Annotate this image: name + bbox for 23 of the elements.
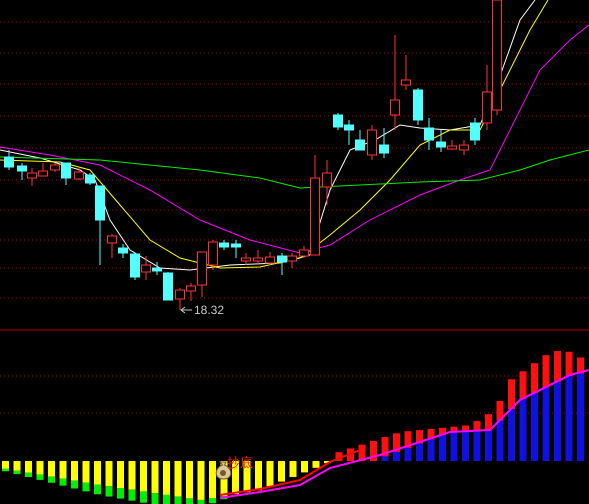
histogram-bar xyxy=(312,461,320,468)
candlestick xyxy=(175,288,185,310)
candlestick xyxy=(424,118,434,150)
histogram-bar xyxy=(266,461,274,486)
candlestick xyxy=(355,130,365,150)
candlestick xyxy=(74,168,84,180)
candlestick xyxy=(27,168,37,186)
candlestick xyxy=(265,252,275,266)
candlestick xyxy=(17,162,27,180)
histogram-bar xyxy=(301,461,308,472)
histogram-bar xyxy=(278,461,285,482)
candlestick xyxy=(413,88,423,126)
candlestick xyxy=(38,162,48,176)
candlestick xyxy=(322,160,332,206)
candlestick xyxy=(130,252,140,280)
low-price-arrow xyxy=(180,306,192,314)
histogram-bar xyxy=(255,461,262,490)
candlestick xyxy=(253,250,263,266)
histogram-bar xyxy=(324,461,331,464)
low-price-label: 18.32 xyxy=(194,303,224,317)
candlestick xyxy=(4,150,14,170)
candlestick xyxy=(367,124,377,160)
histogram-bar xyxy=(290,461,296,477)
